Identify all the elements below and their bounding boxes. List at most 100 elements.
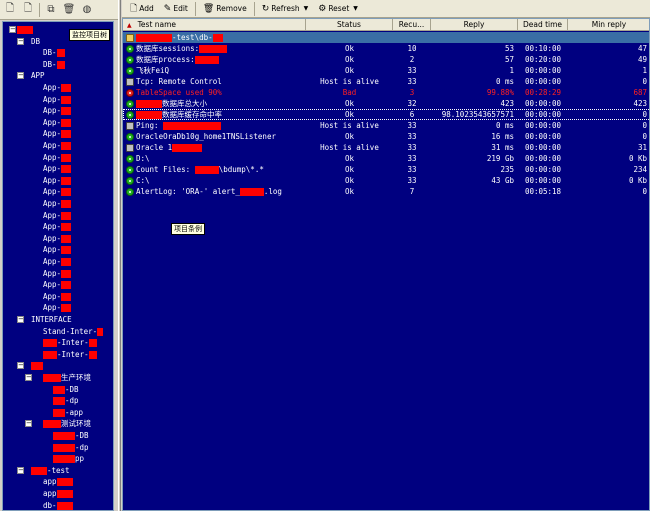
properties-icon[interactable]: ⧉: [43, 2, 59, 18]
tree-node[interactable]: App-: [43, 279, 72, 290]
tree-node[interactable]: App-: [43, 244, 72, 255]
tree-node[interactable]: App-: [43, 302, 72, 313]
test-name-wrapper: 飞秋FeiQ: [136, 65, 169, 76]
table-row[interactable]: 数据库sessions: Ok 10 53 00:10:00 47: [123, 43, 649, 54]
tree-node[interactable]: App-: [43, 117, 72, 128]
refresh-button[interactable]: ↻ Refresh ▼: [257, 1, 314, 17]
chevron-down-icon[interactable]: ▼: [304, 5, 309, 12]
delete-icon[interactable]: 🗑: [61, 2, 77, 18]
tree-expander-icon[interactable]: −: [17, 466, 24, 474]
cell-min-reply: 423: [633, 99, 647, 108]
new-file-icon[interactable]: 🗋: [2, 2, 18, 18]
tree-expander-icon[interactable]: −: [17, 362, 24, 370]
table-row[interactable]: Oracle 1 Host is alive 33 31 ms 00:00:00 31: [123, 142, 649, 153]
tree-node[interactable]: app: [43, 488, 73, 499]
table-row[interactable]: Ping: Host is alive 33 0 ms 00:00:00 0: [123, 120, 649, 131]
table-row[interactable]: C:\ Ok 33 43 Gb 00:00:00 0 Kb: [123, 175, 649, 186]
tree-node-label: -test: [47, 465, 70, 475]
tree-node[interactable]: App-: [43, 140, 72, 151]
tree-node[interactable]: App-: [43, 105, 72, 116]
tree-node[interactable]: App-: [43, 94, 72, 105]
tree-node[interactable]: -test: [31, 465, 70, 476]
column-status[interactable]: Status: [306, 19, 393, 31]
tree-node[interactable]: -dp: [53, 395, 79, 406]
column-dead-time[interactable]: Dead time: [518, 19, 568, 31]
tree-node[interactable]: INTERFACE: [31, 314, 72, 325]
tree-node[interactable]: -DB: [53, 430, 89, 441]
tree-node[interactable]: App-: [43, 128, 72, 139]
table-row[interactable]: AlertLog: 'ORA-' alert_ .log Ok 7 00:05:18 0: [123, 186, 649, 197]
test-name-text: 数据库sessions:: [136, 44, 200, 53]
edit-button[interactable]: ✎ Edit: [159, 1, 193, 17]
tree-node[interactable]: App-: [43, 221, 72, 232]
tree-node[interactable]: -DB: [53, 384, 79, 395]
tree-expander-icon[interactable]: −: [17, 316, 24, 323]
column-min-reply[interactable]: Min reply: [568, 19, 649, 31]
test-grid[interactable]: ▲ Test name Status Recu... Reply Dead tim…: [122, 18, 650, 511]
reset-button[interactable]: ⚙ Reset ▼: [313, 1, 363, 17]
table-row[interactable]: 数据库缓存命中率 Ok 6 98.1023543657571 00:00:00 0: [123, 109, 649, 120]
tree-node[interactable]: App-: [43, 233, 72, 244]
add-button[interactable]: 🗋 Add: [125, 1, 159, 17]
pane-splitter[interactable]: [118, 0, 121, 511]
table-row[interactable]: TableSpace used 90% Bad 3 99.88% 00:28:29 687: [123, 87, 649, 98]
tree-expander-icon[interactable]: −: [17, 72, 24, 80]
monitor-icon[interactable]: ◍: [79, 2, 95, 18]
tree-node[interactable]: DB: [31, 36, 40, 47]
tree-node[interactable]: DB-: [43, 47, 65, 58]
tree-node[interactable]: [31, 360, 43, 371]
tree-node[interactable]: app: [43, 476, 73, 487]
tree-node[interactable]: App-: [43, 82, 72, 93]
remove-button[interactable]: 🗑 Remove: [198, 1, 252, 17]
tree-node[interactable]: App-: [43, 163, 72, 174]
column-recurrence[interactable]: Recu...: [393, 19, 431, 31]
column-reply[interactable]: Reply: [431, 19, 518, 31]
tree-node[interactable]: [17, 24, 33, 35]
tree-node[interactable]: App-: [43, 198, 72, 209]
tree-node[interactable]: App-: [43, 210, 72, 221]
tree-expander-icon[interactable]: −: [9, 26, 16, 33]
cell-reply: 53: [504, 44, 514, 53]
column-test-name[interactable]: ▲ Test name: [123, 19, 306, 31]
tree-expander-icon[interactable]: −: [25, 420, 32, 428]
tree-node[interactable]: APP: [31, 70, 45, 81]
monitor-tree[interactable]: 监控项目树 − − DB DB- DB- − APP App- App- App- App- App-…: [2, 21, 114, 511]
tree-node[interactable]: App-: [43, 268, 72, 279]
table-row[interactable]: D:\ Ok 33 219 Gb 00:00:00 0 Kb: [123, 153, 649, 164]
cell-dead-time: 00:00:00: [524, 176, 562, 185]
test-name-text: TableSpace used 90%: [136, 88, 222, 97]
tree-node-label: App-: [43, 175, 62, 185]
tree-node[interactable]: db-: [43, 500, 73, 510]
grid-tooltip: 项目条例: [171, 223, 205, 235]
tree-node[interactable]: Stand-Inter-: [43, 326, 104, 337]
tree-node[interactable]: App-: [43, 186, 72, 197]
tree-node[interactable]: -dp: [53, 442, 89, 453]
table-row[interactable]: 数据库process: Ok 2 57 00:20:00 49: [123, 54, 649, 65]
table-row[interactable]: 数据库总大小 Ok 32 423 00:00:00 423: [123, 98, 649, 109]
tree-node[interactable]: App-: [43, 256, 72, 267]
tree-node[interactable]: 测试环境: [43, 418, 91, 429]
cell-dead-time: 00:28:29: [524, 88, 562, 97]
tree-node[interactable]: App-: [43, 291, 72, 302]
tree-node[interactable]: DB-: [43, 59, 65, 70]
tree-node[interactable]: 生产环境: [43, 372, 91, 383]
cell-test-name: Tcp: Remote Control: [123, 76, 306, 87]
remove-icon: 🗑: [202, 3, 215, 14]
tree-node[interactable]: App-: [43, 175, 72, 186]
table-row[interactable]: 飞秋FeiQ Ok 33 1 00:00:00 1: [123, 65, 649, 76]
tree-expander-icon[interactable]: −: [25, 374, 32, 381]
table-row[interactable]: Count Files: \bdump\*.* Ok 33 235 00:00:00 23…: [123, 164, 649, 175]
tree-node[interactable]: pp: [53, 453, 84, 464]
tree-node[interactable]: -Inter-: [43, 349, 97, 360]
tree-node[interactable]: App-: [43, 152, 72, 163]
cell-status: Ok: [344, 99, 355, 108]
table-row[interactable]: -test\db-: [123, 32, 649, 43]
table-row[interactable]: Tcp: Remote Control Host is alive 33 0 ms 00…: [123, 76, 649, 87]
chevron-down-icon[interactable]: ▼: [353, 5, 358, 12]
table-row[interactable]: OracleOraDb10g_home1TNSListener Ok 33 16 ms…: [123, 131, 649, 142]
tree-node[interactable]: -Inter-: [43, 337, 97, 348]
new-folder-icon[interactable]: 🗋: [20, 2, 36, 18]
tree-expander-icon[interactable]: −: [17, 37, 24, 45]
test-name-text: 数据库总大小: [162, 99, 207, 108]
tree-node[interactable]: -app: [53, 407, 83, 418]
